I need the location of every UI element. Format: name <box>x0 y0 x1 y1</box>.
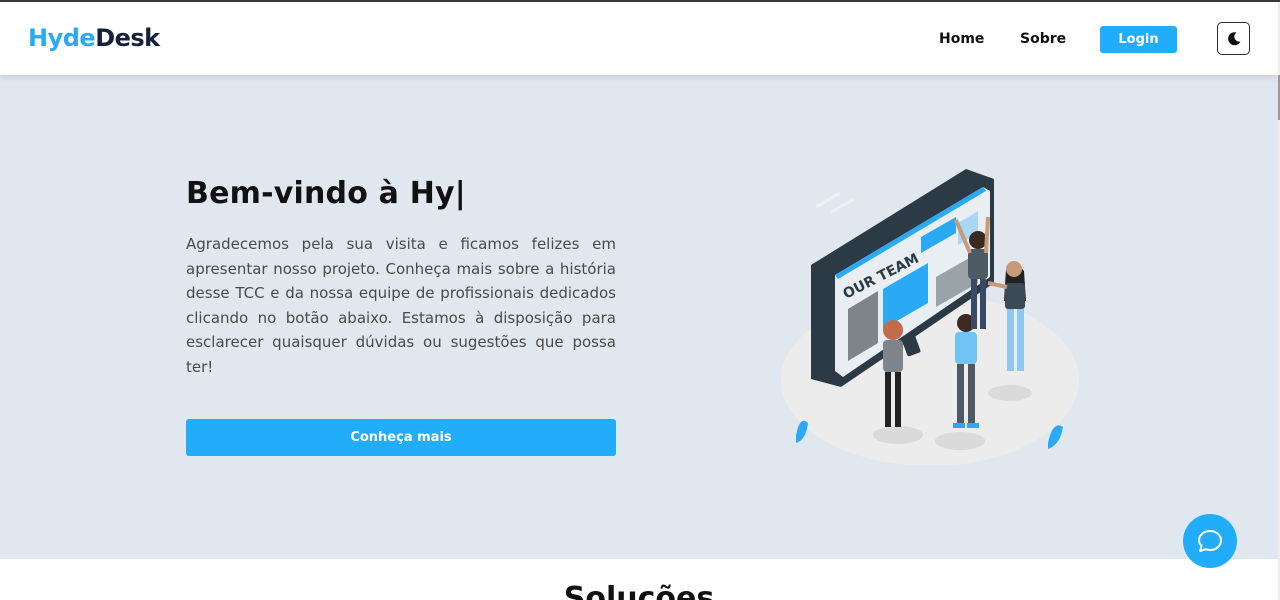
brand-logo-part1: Hyde <box>28 24 96 52</box>
chat-button[interactable] <box>1183 514 1237 568</box>
hero-section: Bem-vindo à Hy| Agradecemos pela sua vis… <box>0 75 1278 559</box>
hero-title: Bem-vindo à Hy| <box>186 176 466 211</box>
brand-logo[interactable]: HydeDesk <box>28 24 160 52</box>
team-illustration: OUR TEAM <box>781 169 1079 465</box>
navbar: HydeDesk Home Sobre Login <box>0 2 1278 75</box>
hero-description: Agradecemos pela sua visita e ficamos fe… <box>186 235 616 376</box>
brand-logo-part2: Desk <box>95 24 160 52</box>
theme-toggle-button[interactable] <box>1217 22 1250 55</box>
nav-link-home[interactable]: Home <box>939 31 984 47</box>
login-button[interactable]: Login <box>1100 26 1177 53</box>
chat-bubble-icon <box>1198 530 1222 552</box>
nav-link-about[interactable]: Sobre <box>1020 31 1066 47</box>
learn-more-button[interactable]: Conheça mais <box>186 419 616 456</box>
moon-icon <box>1227 31 1240 45</box>
solutions-section-title: Soluções <box>563 581 715 600</box>
